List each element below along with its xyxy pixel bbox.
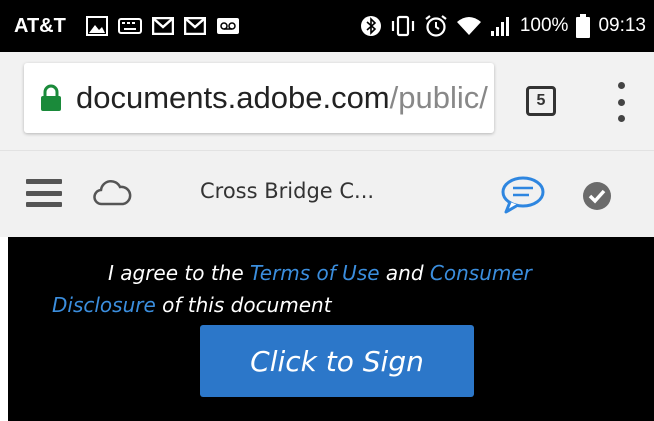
lock-icon (40, 84, 62, 112)
hamburger-line (26, 202, 62, 207)
cloud-icon[interactable] (92, 179, 132, 212)
clock-time: 09:13 (598, 15, 646, 36)
url-path: /public/ (389, 80, 488, 115)
browser-toolbar: documents.adobe.com/public/ 5 (0, 52, 654, 150)
carrier-label: AT&T (14, 14, 66, 37)
terms-of-use-link[interactable]: Terms of Use (250, 261, 380, 285)
url-host: documents.adobe.com (76, 80, 390, 115)
hamburger-menu-icon[interactable] (26, 179, 62, 207)
gmail-icon (151, 17, 174, 35)
tab-count-label: 5 (536, 92, 546, 109)
status-bar: AT&T 100% 09:13 (0, 0, 654, 52)
comment-icon[interactable] (500, 175, 546, 220)
hamburger-line (26, 179, 62, 184)
signal-icon (490, 15, 512, 37)
agreement-text: I agree to the Terms of Use and Consumer… (52, 257, 632, 321)
vibrate-icon (390, 15, 416, 37)
voicemail-icon (216, 17, 240, 35)
status-left: AT&T (14, 15, 240, 38)
menu-dot (617, 115, 625, 122)
menu-dot (617, 82, 625, 89)
tab-switcher-button[interactable]: 5 (526, 86, 556, 116)
bluetooth-icon (360, 15, 382, 37)
battery-icon (576, 14, 591, 38)
wifi-icon (456, 15, 482, 37)
alarm-icon (424, 14, 448, 38)
gallery-icon (85, 16, 108, 36)
hamburger-line (26, 190, 62, 196)
menu-dot (617, 98, 625, 106)
battery-percent: 100% (519, 15, 569, 36)
document-area: I agree to the Terms of Use and Consumer… (8, 237, 654, 421)
agreement-and: and (379, 261, 430, 285)
keyboard-icon (117, 18, 142, 34)
status-right: 100% 09:13 (360, 14, 646, 38)
document-title: Cross Bridge C... (200, 179, 375, 203)
click-to-sign-button[interactable]: Click to Sign (200, 325, 474, 397)
gmail-icon (183, 17, 206, 35)
check-icon[interactable] (582, 181, 612, 216)
agreement-suffix: of this document (155, 293, 332, 317)
agreement-prefix: I agree to the (108, 261, 251, 285)
browser-menu-icon[interactable] (614, 82, 628, 122)
address-bar[interactable]: documents.adobe.com/public/ (24, 63, 494, 133)
app-toolbar: Cross Bridge C... (0, 150, 654, 237)
